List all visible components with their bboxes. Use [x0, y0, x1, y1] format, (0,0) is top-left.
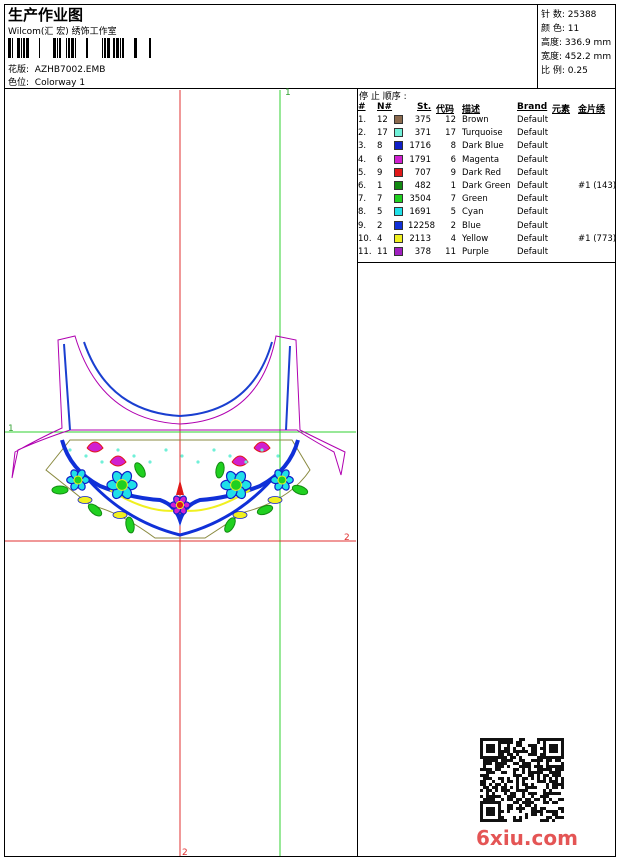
guide-label-v1: 1 — [285, 88, 291, 98]
guide-label-h1: 1 — [8, 424, 14, 434]
guide-label-v2: 2 — [182, 848, 188, 858]
qr-code — [480, 738, 564, 822]
watermark-text: 6xiu.com — [476, 826, 578, 850]
design-canvas — [5, 90, 534, 856]
garment-outline — [11, 335, 346, 479]
guide-label-h2: 2 — [344, 533, 350, 543]
